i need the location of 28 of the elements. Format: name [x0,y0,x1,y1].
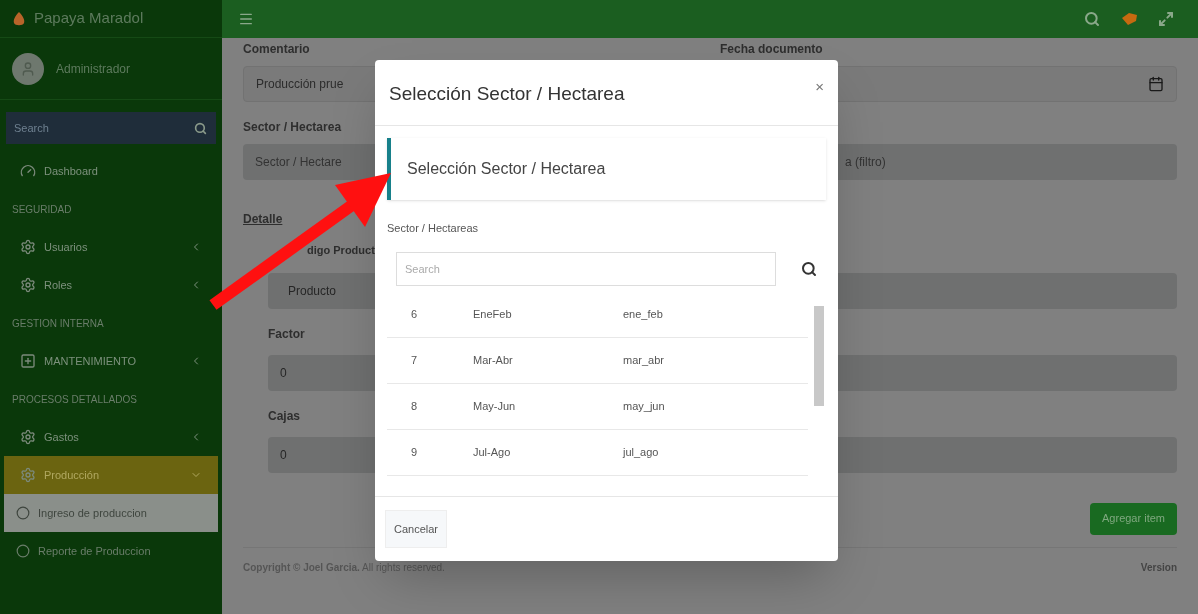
placeholder-tail: a (filtro) [845,154,886,171]
table-cell-text: jul_ago [623,445,659,461]
section-header: GESTION INTERNA [11,316,105,331]
version-label: Version [1140,560,1177,575]
table-cell-text: mar_abr [623,353,664,369]
field-label: Comentario [243,41,310,58]
field-label: Sector / Hectarea [243,119,342,136]
section-header: SEGURIDAD [11,202,73,217]
field-label: Fecha documento [720,41,823,58]
section-header: PROCESOS DETALLADOS [11,392,138,407]
section-title: Detalle [243,211,283,228]
list-label: Sector / Hectareas [387,220,480,236]
table-cell-text: May-Jun [473,399,517,415]
table-cell-text: 8 [410,399,419,415]
user-name: Administrador [56,60,131,78]
table-cell-text: may_jun [623,399,665,415]
brand-name: Papaya Maradol [34,8,144,29]
field-label: Cajas [268,407,301,425]
table-cell-text: Jul-Ago [473,445,512,461]
dialog-title: Selección Sector / Hectarea [389,82,625,106]
field-label: Factor [268,325,305,343]
table-cell-text: ene_feb [623,307,663,323]
table-cell-text: Mar-Abr [473,353,514,369]
field-label: digo Product [306,243,375,258]
table-cell-text: EneFeb [473,307,513,323]
table-cell-text: 7 [410,353,419,369]
table-cell-text: 6 [410,307,419,323]
table-cell-text: 9 [410,445,419,461]
